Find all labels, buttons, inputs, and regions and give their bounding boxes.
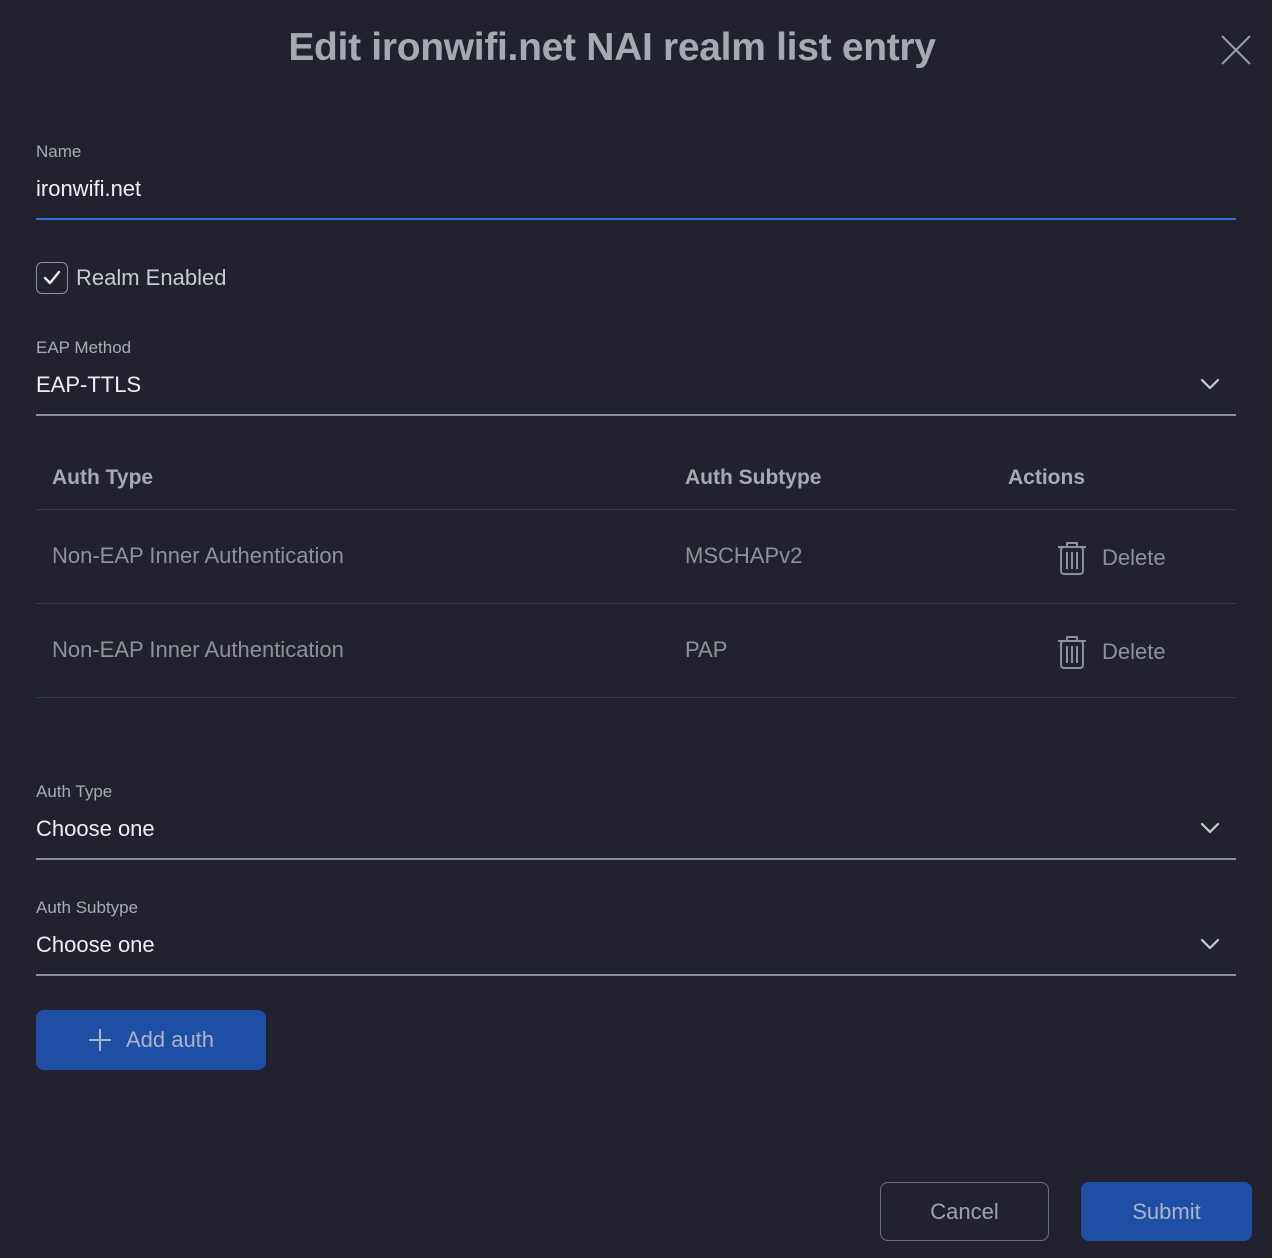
table-row: Non-EAP Inner Authentication PAP Delete bbox=[36, 604, 1236, 698]
name-underline bbox=[36, 218, 1236, 220]
cell-auth-subtype: PAP bbox=[685, 637, 728, 662]
chevron-down-icon bbox=[1200, 378, 1220, 390]
add-auth-label: Add auth bbox=[125, 1027, 215, 1052]
dialog-title: Edit ironwifi.net NAI realm list entry bbox=[288, 26, 936, 69]
column-header-auth-type: Auth Type bbox=[52, 466, 154, 489]
delete-label: Delete bbox=[1102, 639, 1166, 664]
cancel-button[interactable]: Cancel bbox=[880, 1182, 1049, 1241]
cell-auth-type: Non-EAP Inner Authentication bbox=[52, 637, 344, 662]
name-label: Name bbox=[36, 142, 82, 161]
cell-auth-subtype: MSCHAPv2 bbox=[685, 543, 803, 568]
submit-button[interactable]: Submit bbox=[1081, 1182, 1252, 1241]
name-field[interactable]: Name ironwifi.net bbox=[36, 142, 1236, 222]
table-row: Non-EAP Inner Authentication MSCHAPv2 De… bbox=[36, 510, 1236, 604]
auth-subtype-value: Choose one bbox=[36, 932, 155, 957]
column-header-actions: Actions bbox=[1008, 466, 1086, 489]
auth-type-select[interactable]: Auth Type Choose one bbox=[36, 782, 1236, 862]
delete-button[interactable]: Delete bbox=[1056, 538, 1166, 578]
add-auth-button[interactable]: Add auth bbox=[36, 1010, 266, 1070]
eap-method-select[interactable]: EAP Method EAP-TTLS bbox=[36, 338, 1236, 418]
close-icon bbox=[1221, 35, 1251, 65]
chevron-down-icon bbox=[1200, 938, 1220, 950]
column-header-auth-subtype: Auth Subtype bbox=[685, 466, 822, 489]
auth-table: Auth Type Auth Subtype Actions Non-EAP I… bbox=[36, 440, 1236, 698]
trash-icon bbox=[1058, 636, 1086, 669]
eap-method-underline bbox=[36, 414, 1236, 416]
delete-button[interactable]: Delete bbox=[1056, 632, 1166, 672]
close-button[interactable] bbox=[1218, 32, 1254, 68]
realm-enabled-checkbox[interactable] bbox=[36, 262, 68, 294]
realm-enabled-label: Realm Enabled bbox=[76, 265, 227, 290]
plus-icon bbox=[88, 1029, 111, 1051]
auth-subtype-select[interactable]: Auth Subtype Choose one bbox=[36, 898, 1236, 978]
check-icon bbox=[43, 270, 61, 285]
trash-icon bbox=[1058, 542, 1086, 575]
cell-auth-type: Non-EAP Inner Authentication bbox=[52, 543, 344, 568]
eap-method-label: EAP Method bbox=[36, 338, 132, 357]
chevron-down-icon bbox=[1200, 822, 1220, 834]
name-input[interactable]: ironwifi.net bbox=[36, 176, 1236, 202]
delete-label: Delete bbox=[1102, 545, 1166, 570]
auth-type-value: Choose one bbox=[36, 816, 155, 841]
auth-type-label: Auth Type bbox=[36, 782, 113, 801]
eap-method-value: EAP-TTLS bbox=[36, 372, 142, 397]
table-header: Auth Type Auth Subtype Actions bbox=[36, 440, 1236, 510]
auth-subtype-underline bbox=[36, 974, 1236, 976]
auth-type-underline bbox=[36, 858, 1236, 860]
auth-subtype-label: Auth Subtype bbox=[36, 898, 139, 917]
